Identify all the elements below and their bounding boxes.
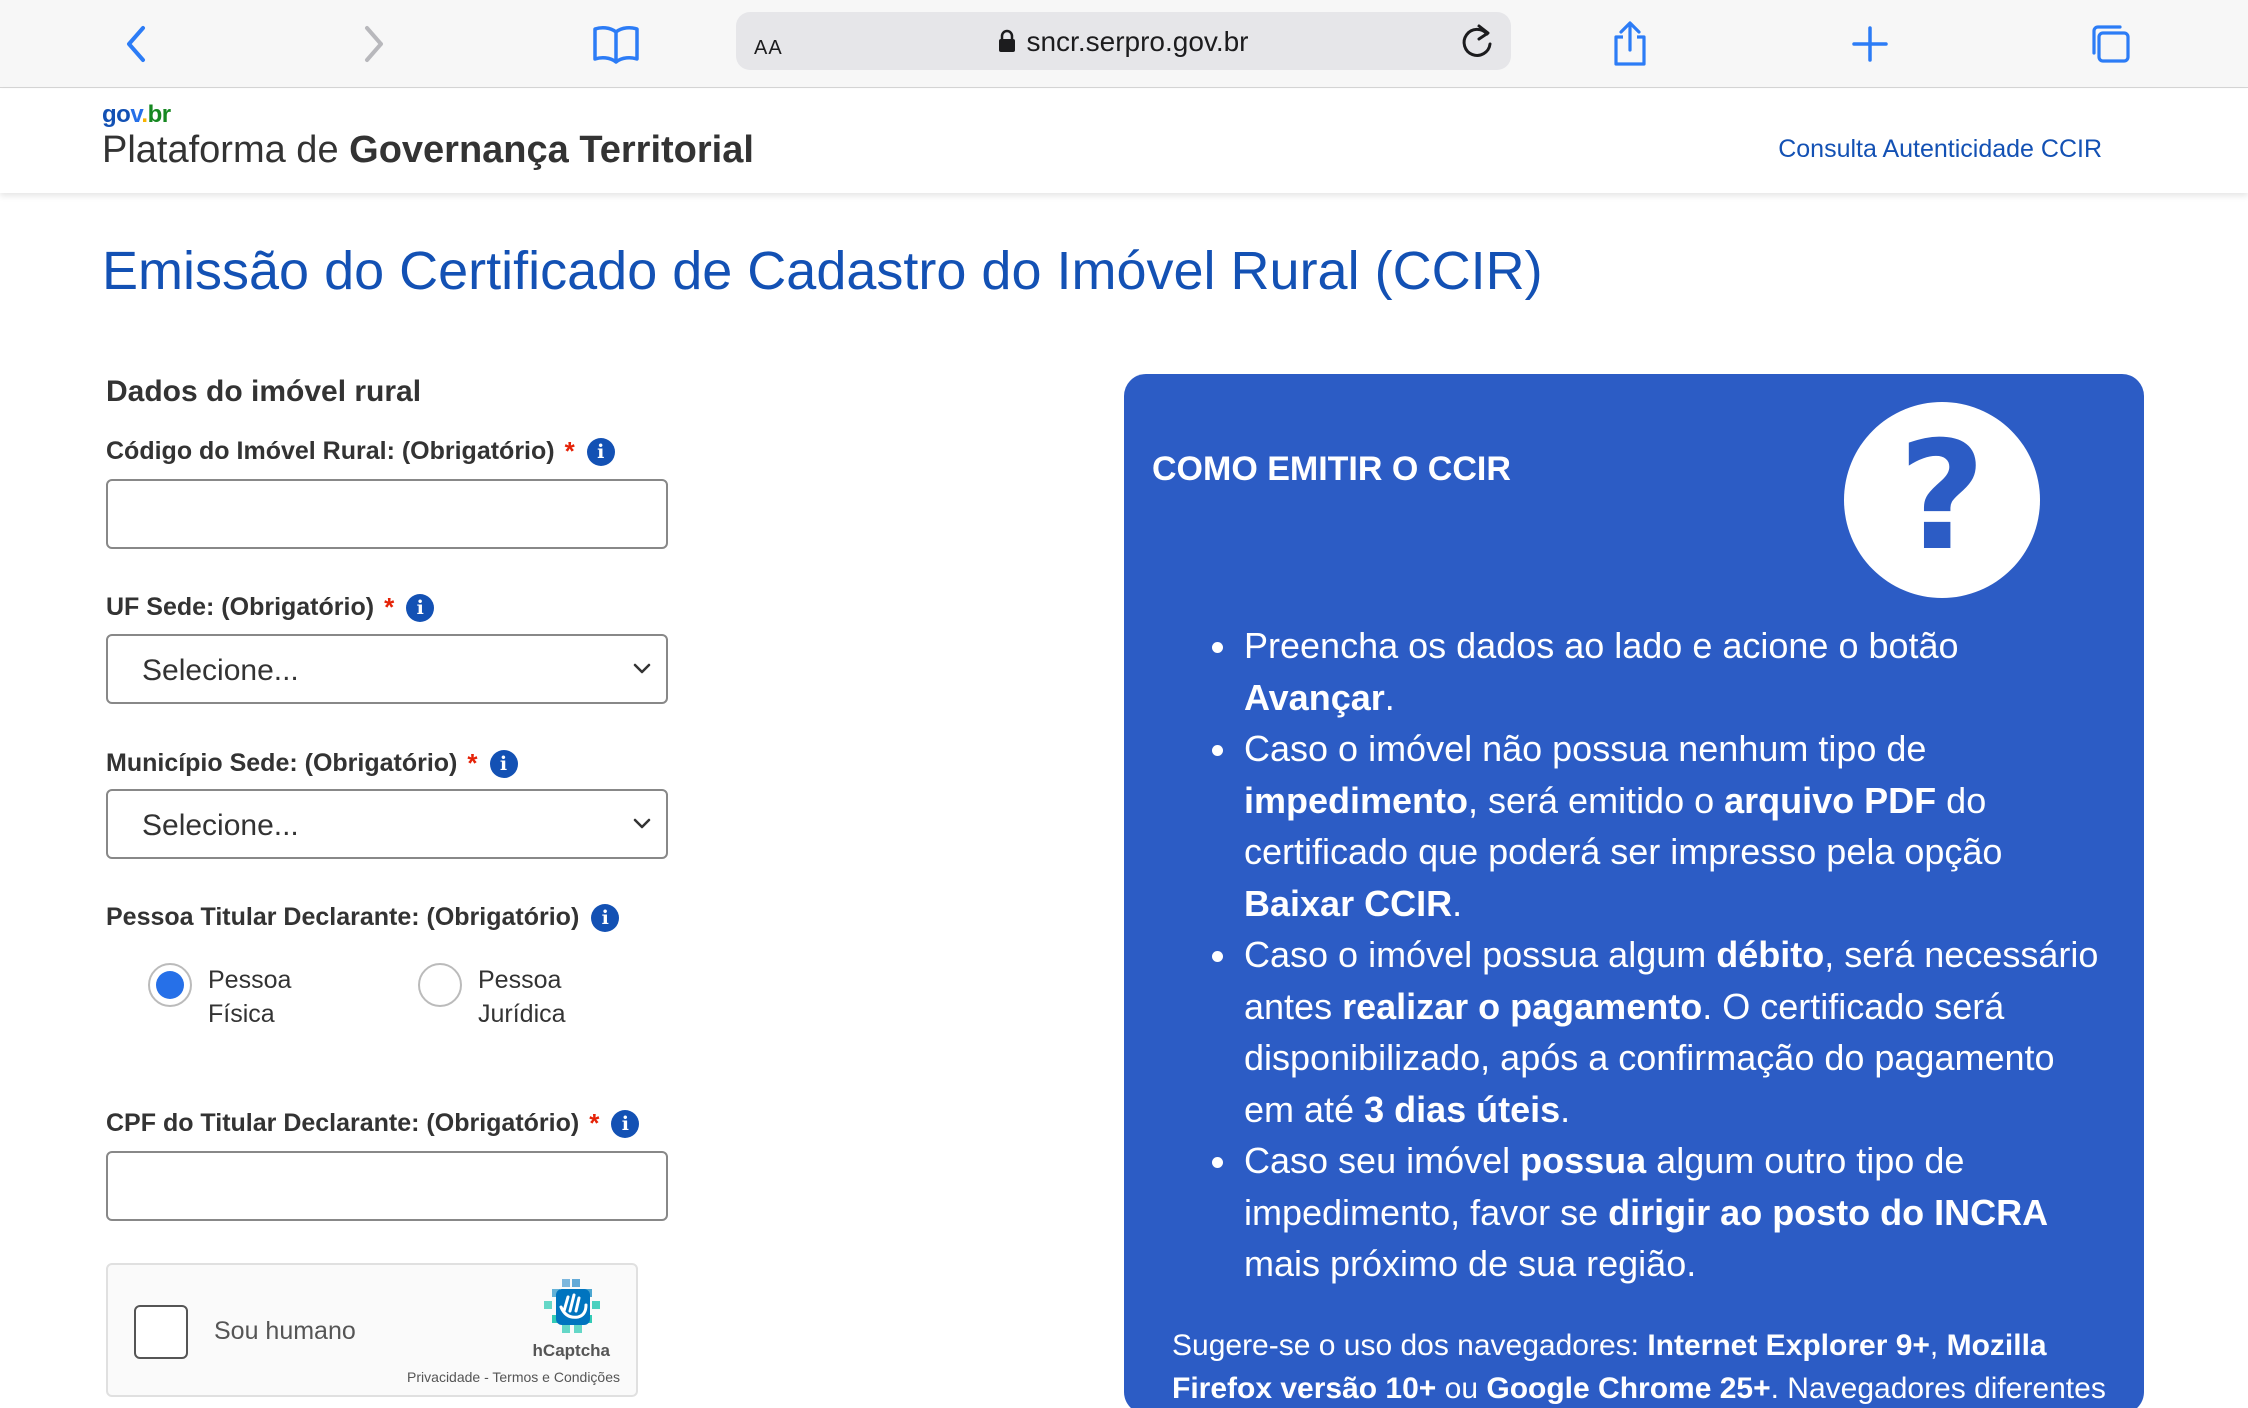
info-icon[interactable]: i bbox=[611, 1109, 640, 1138]
platform-title: Plataforma de Governança Territorial bbox=[102, 129, 754, 171]
chevron-down-icon bbox=[632, 817, 652, 836]
required-marker: * bbox=[589, 1108, 600, 1138]
uf-select[interactable]: Selecione... bbox=[106, 634, 668, 704]
bookmarks-icon[interactable] bbox=[586, 14, 646, 74]
uf-select-value: Selecione... bbox=[142, 654, 299, 687]
page-title: Emissão do Certificado de Cadastro do Im… bbox=[102, 241, 1543, 301]
uf-label: UF Sede: (Obrigatório) * i bbox=[106, 592, 435, 623]
share-icon[interactable] bbox=[1600, 14, 1660, 74]
list-item: Caso o imóvel não possua nenhum tipo de … bbox=[1212, 723, 2112, 929]
captcha-brand: hCaptcha bbox=[532, 1341, 610, 1360]
codigo-label: Código do Imóvel Rural: (Obrigatório) * … bbox=[106, 436, 615, 467]
url-text[interactable]: sncr.serpro.gov.br bbox=[736, 26, 1511, 60]
captcha-checkbox[interactable] bbox=[134, 1305, 188, 1359]
browser-toolbar: AA sncr.serpro.gov.br bbox=[0, 0, 2248, 88]
codigo-input[interactable] bbox=[106, 479, 668, 549]
info-icon[interactable]: i bbox=[489, 749, 518, 778]
municipio-select[interactable]: Selecione... bbox=[106, 789, 668, 859]
municipio-label: Município Sede: (Obrigatório) * i bbox=[106, 748, 518, 779]
municipio-select-value: Selecione... bbox=[142, 809, 299, 842]
required-marker: * bbox=[467, 748, 478, 778]
hcaptcha-logo-icon bbox=[544, 1279, 602, 1340]
govbr-logo[interactable]: gov.br bbox=[102, 101, 171, 129]
back-icon[interactable] bbox=[106, 14, 166, 74]
radio-label: Pessoa Física bbox=[208, 966, 292, 1028]
radio-button-checked[interactable] bbox=[148, 963, 192, 1007]
radio-label: Pessoa Jurídica bbox=[478, 966, 566, 1028]
lock-icon bbox=[998, 28, 1016, 60]
consulta-autenticidade-link[interactable]: Consulta Autenticidade CCIR bbox=[1778, 135, 2102, 164]
required-marker: * bbox=[564, 436, 575, 466]
section-title: Dados do imóvel rural bbox=[106, 375, 422, 408]
browser-note: Sugere-se o uso dos navegadores: Interne… bbox=[1172, 1329, 2106, 1405]
cpf-input[interactable] bbox=[106, 1151, 668, 1221]
panel-title: COMO EMITIR O CCIR bbox=[1152, 450, 1511, 488]
instructions-list: Preencha os dados ao lado e acione o bot… bbox=[1212, 620, 2112, 1290]
list-item: Caso seu imóvel possua algum outro tipo … bbox=[1212, 1135, 2112, 1290]
tabs-icon[interactable] bbox=[2080, 14, 2140, 74]
new-tab-icon[interactable] bbox=[1840, 14, 1900, 74]
help-icon: ? bbox=[1844, 402, 2040, 598]
radio-pessoa-fisica[interactable]: Pessoa Física bbox=[148, 963, 318, 1031]
hcaptcha-widget: Sou humano hCaptcha Privacidade - Termos… bbox=[106, 1263, 638, 1397]
info-icon[interactable]: i bbox=[591, 903, 620, 932]
radio-button-unchecked[interactable] bbox=[418, 963, 462, 1007]
pessoa-label: Pessoa Titular Declarante: (Obrigatório)… bbox=[106, 903, 620, 932]
captcha-links[interactable]: Privacidade - Termos e Condições bbox=[407, 1369, 620, 1385]
required-marker: * bbox=[384, 592, 395, 622]
list-item: Caso o imóvel possua algum débito, será … bbox=[1212, 929, 2112, 1135]
info-icon[interactable]: i bbox=[586, 437, 615, 466]
radio-pessoa-juridica[interactable]: Pessoa Jurídica bbox=[418, 963, 588, 1031]
reload-icon[interactable] bbox=[1459, 22, 1495, 65]
list-item: Preencha os dados ao lado e acione o bot… bbox=[1212, 620, 2112, 723]
captcha-text: Sou humano bbox=[214, 1317, 356, 1345]
address-bar[interactable]: AA sncr.serpro.gov.br bbox=[736, 12, 1511, 70]
chevron-down-icon bbox=[632, 662, 652, 681]
info-icon[interactable]: i bbox=[406, 593, 435, 622]
info-panel: COMO EMITIR O CCIR ? Preencha os dados a… bbox=[1124, 374, 2144, 1408]
forward-icon[interactable] bbox=[344, 14, 404, 74]
site-header: gov.br Plataforma de Governança Territor… bbox=[0, 89, 2248, 193]
question-mark-icon: ? bbox=[1898, 410, 1986, 584]
cpf-label: CPF do Titular Declarante: (Obrigatório)… bbox=[106, 1108, 640, 1139]
